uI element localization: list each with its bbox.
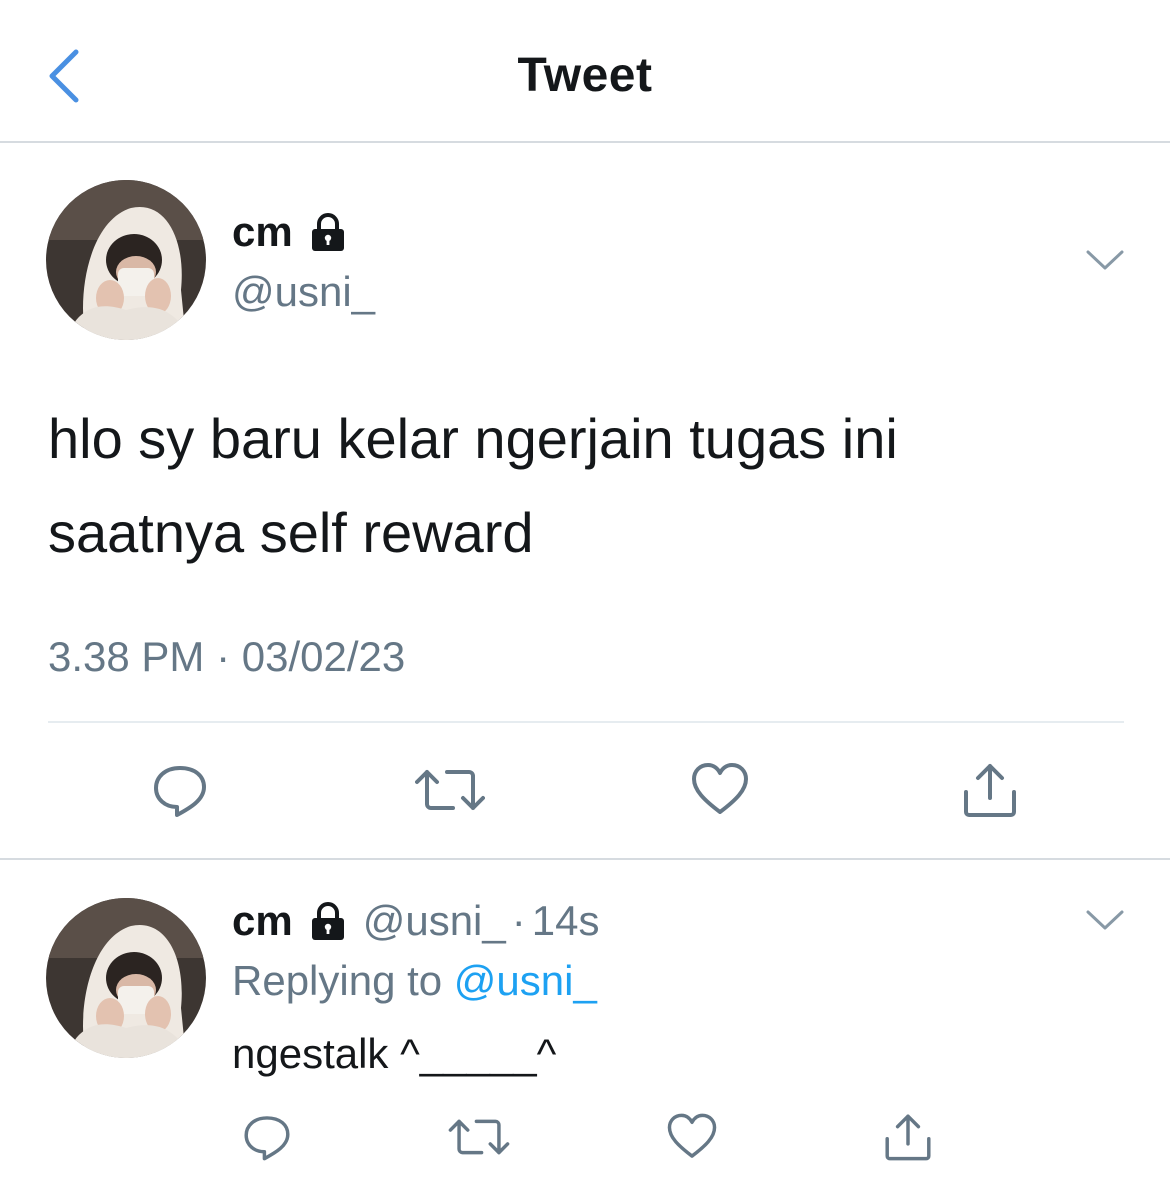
retweet-button[interactable] xyxy=(444,1102,514,1172)
top-nav-bar: Tweet xyxy=(0,0,1170,143)
tweet-text-line: hlo sy baru kelar ngerjain tugas ini xyxy=(48,407,898,470)
avatar[interactable] xyxy=(46,898,206,1058)
tweet-timestamp[interactable]: 3.38 PM · 03/02/23 xyxy=(48,633,405,681)
reply-icon xyxy=(154,766,206,817)
page-title: Tweet xyxy=(517,49,653,102)
author-handle[interactable]: @usni_ xyxy=(232,268,375,316)
retweet-icon xyxy=(415,770,485,810)
author-handle[interactable]: @usni_ xyxy=(363,897,506,945)
share-button[interactable] xyxy=(955,755,1025,825)
reply-button[interactable] xyxy=(232,1102,302,1172)
divider xyxy=(48,721,1124,723)
replying-to-line: Replying to @usni_ xyxy=(232,957,597,1005)
avatar[interactable] xyxy=(46,180,206,340)
chevron-down-icon xyxy=(1086,910,1124,930)
divider xyxy=(0,858,1170,860)
replying-to-handle-link[interactable]: @usni_ xyxy=(454,957,597,1004)
chevron-down-icon xyxy=(1086,250,1124,270)
lock-icon xyxy=(307,211,349,253)
like-icon xyxy=(667,1113,717,1158)
reply-author-row[interactable]: cm @usni_ · 14s xyxy=(232,897,599,945)
retweet-icon xyxy=(448,1119,510,1155)
retweet-button[interactable] xyxy=(415,755,485,825)
separator-dot: · xyxy=(511,897,526,944)
replying-to-label: Replying to xyxy=(232,957,443,1004)
tweet-body: hlo sy baru kelar ngerjain tugas ini saa… xyxy=(48,392,1128,580)
lock-icon xyxy=(307,900,349,942)
author-display-name[interactable]: cm xyxy=(232,208,293,256)
like-button[interactable] xyxy=(657,1102,727,1172)
tweet-menu-button[interactable] xyxy=(1084,244,1126,274)
like-icon xyxy=(692,763,748,814)
author-name-row[interactable]: cm xyxy=(232,208,349,256)
reply-button[interactable] xyxy=(145,755,215,825)
share-icon xyxy=(885,1114,931,1161)
tweet-text-line: saatnya self reward xyxy=(48,501,534,564)
share-icon xyxy=(964,764,1016,817)
tweet-menu-button[interactable] xyxy=(1084,904,1126,934)
reply-timestamp[interactable]: 14s xyxy=(532,897,600,945)
reply-body: ngestalk ^_____^ xyxy=(232,1030,557,1077)
author-display-name[interactable]: cm xyxy=(232,897,293,945)
reply-icon xyxy=(244,1116,290,1161)
like-button[interactable] xyxy=(685,755,755,825)
share-button[interactable] xyxy=(873,1102,943,1172)
